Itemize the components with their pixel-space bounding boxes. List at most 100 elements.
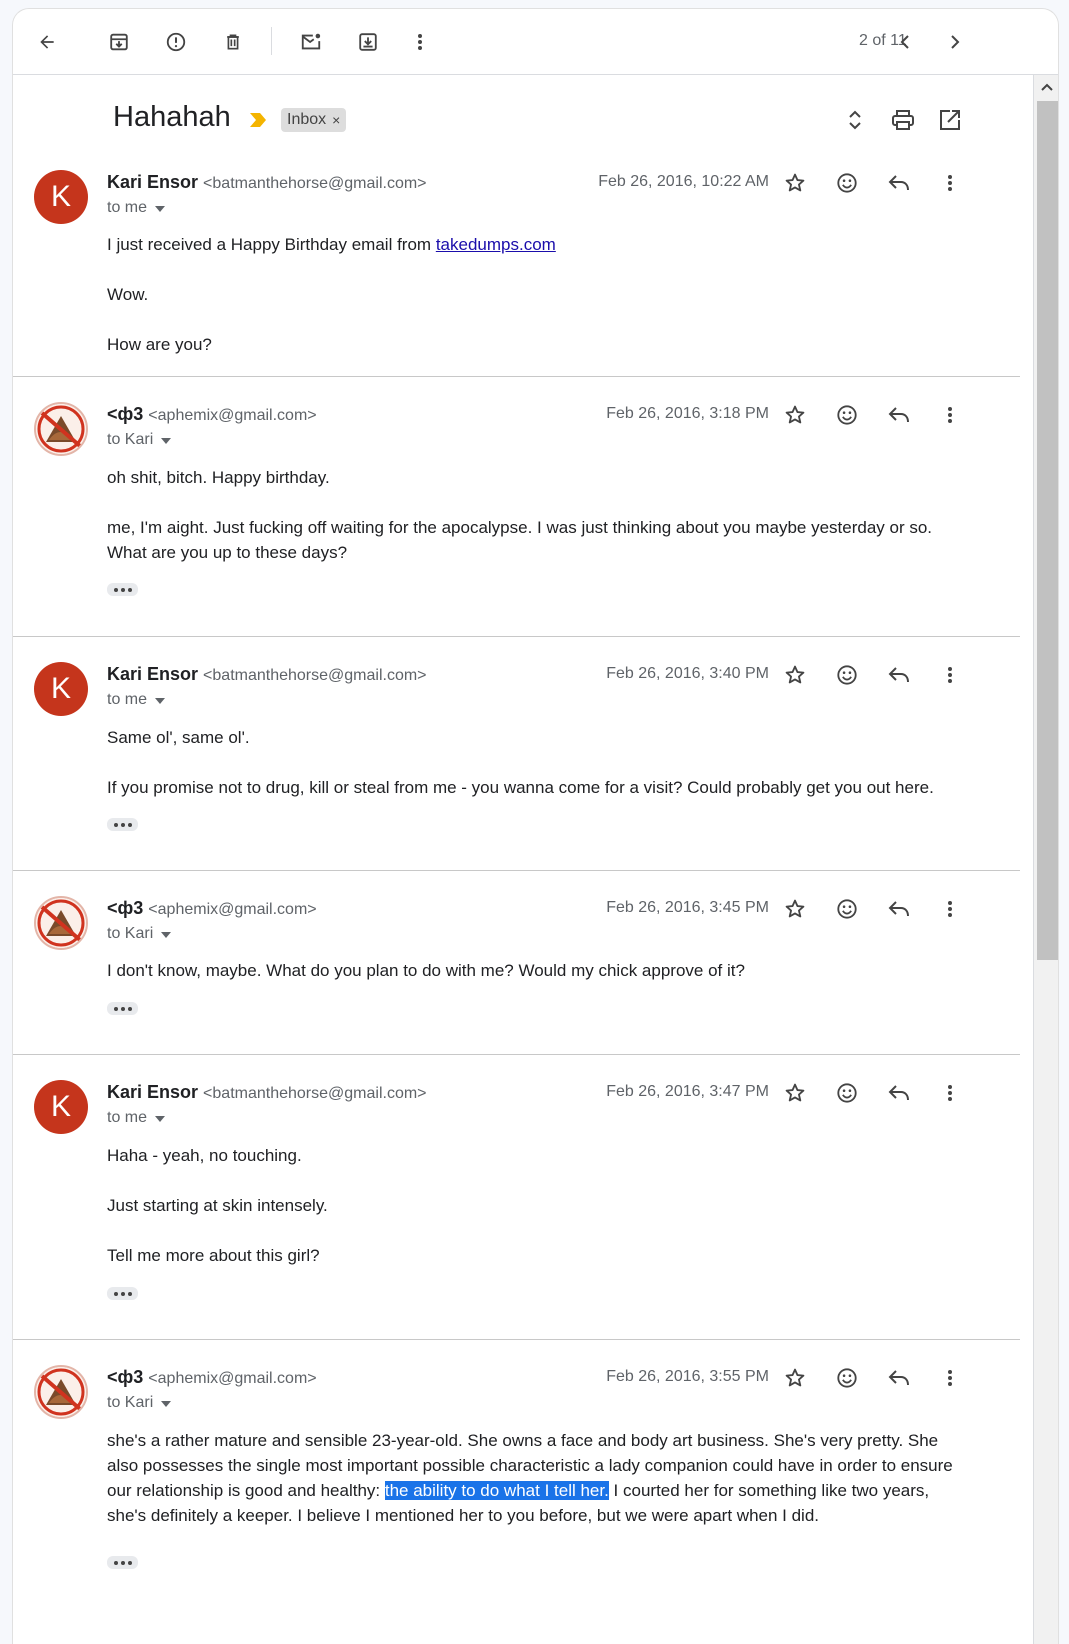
more-vertical-icon[interactable] — [934, 1362, 966, 1394]
delete-icon[interactable] — [213, 22, 253, 62]
recipient-toggle[interactable]: to Kari — [107, 925, 172, 943]
emoji-reaction-icon[interactable] — [831, 399, 863, 431]
sender-email: <aphemix@gmail.com> — [148, 407, 317, 424]
sender-line: <ф3 <aphemix@gmail.com> — [107, 898, 317, 919]
body-paragraph: oh shit, bitch. Happy birthday. — [107, 468, 330, 487]
archive-icon[interactable] — [99, 22, 139, 62]
expand-collapse-icon[interactable] — [839, 104, 871, 136]
avatar[interactable] — [34, 402, 88, 456]
mark-unread-icon[interactable] — [291, 22, 331, 62]
avatar[interactable]: K — [34, 662, 88, 716]
star-icon[interactable] — [779, 893, 811, 925]
selected-text: the ability to do what I tell her. — [384, 1481, 609, 1500]
emoji-reaction-icon[interactable] — [831, 893, 863, 925]
show-trimmed-content-button[interactable] — [107, 1556, 138, 1569]
more-vertical-icon[interactable] — [934, 893, 966, 925]
recipient-text: to me — [107, 1109, 148, 1126]
scrollbar[interactable] — [1033, 75, 1058, 1644]
recipient-toggle[interactable]: to Kari — [107, 431, 172, 449]
dropdown-arrow-icon — [161, 1401, 172, 1407]
chevron-left-icon[interactable] — [885, 22, 925, 62]
recipient-text: to me — [107, 199, 148, 216]
sender-name[interactable]: <ф3 — [107, 898, 143, 918]
show-trimmed-content-button[interactable] — [107, 583, 138, 596]
body-paragraph: Haha - yeah, no touching. — [107, 1146, 302, 1165]
sender-name[interactable]: Kari Ensor — [107, 1082, 198, 1102]
recipient-toggle[interactable]: to me — [107, 691, 166, 709]
subject-row: Hahahah Inbox × — [13, 75, 1020, 165]
gmail-window: 2 of 11 Hahahah Inbox × K Kari Ensor <ba… — [13, 9, 1058, 1644]
message-item: <ф3 <aphemix@gmail.com> to Kari Feb 26, … — [13, 871, 1020, 1055]
body-paragraph: Just starting at skin intensely. — [107, 1196, 328, 1215]
star-icon[interactable] — [779, 659, 811, 691]
avatar[interactable]: K — [34, 170, 88, 224]
dropdown-arrow-icon — [161, 932, 172, 938]
body-paragraph: I don't know, maybe. What do you plan to… — [107, 961, 745, 980]
message-body: oh shit, bitch. Happy birthday. me, I'm … — [107, 465, 967, 565]
recipient-toggle[interactable]: to me — [107, 199, 166, 217]
recipient-text: to me — [107, 691, 148, 708]
scrollbar-thumb[interactable] — [1037, 101, 1058, 960]
sender-name[interactable]: Kari Ensor — [107, 172, 198, 192]
reply-icon[interactable] — [883, 167, 915, 199]
sender-name[interactable]: <ф3 — [107, 1367, 143, 1387]
dropdown-arrow-icon — [155, 1116, 166, 1122]
message-body: Same ol', same ol'. If you promise not t… — [107, 725, 967, 800]
toolbar-divider — [271, 27, 272, 55]
show-trimmed-content-button[interactable] — [107, 1287, 138, 1300]
message-date: Feb 26, 2016, 3:18 PM — [606, 405, 769, 422]
show-trimmed-content-button[interactable] — [107, 818, 138, 831]
open-in-new-window-icon[interactable] — [934, 104, 966, 136]
star-icon[interactable] — [779, 1077, 811, 1109]
message-item: K Kari Ensor <batmanthehorse@gmail.com> … — [13, 165, 1020, 377]
reply-icon[interactable] — [883, 659, 915, 691]
sender-line: <ф3 <aphemix@gmail.com> — [107, 1367, 317, 1388]
remove-label-icon[interactable]: × — [332, 112, 340, 128]
show-trimmed-content-button[interactable] — [107, 1002, 138, 1015]
body-paragraph: Same ol', same ol'. — [107, 728, 250, 747]
label-text: Inbox — [287, 111, 327, 128]
subject-title: Hahahah — [113, 101, 231, 133]
scroll-up-icon[interactable] — [1040, 81, 1054, 95]
emoji-reaction-icon[interactable] — [831, 1077, 863, 1109]
recipient-toggle[interactable]: to me — [107, 1109, 166, 1127]
reply-icon[interactable] — [883, 893, 915, 925]
more-vertical-icon[interactable] — [934, 399, 966, 431]
thread-view: Hahahah Inbox × K Kari Ensor <batmantheh… — [13, 75, 1020, 1644]
recipient-toggle[interactable]: to Kari — [107, 1394, 172, 1412]
sender-line: <ф3 <aphemix@gmail.com> — [107, 404, 317, 425]
star-icon[interactable] — [779, 399, 811, 431]
body-paragraph: Wow. — [107, 285, 149, 304]
reply-icon[interactable] — [883, 399, 915, 431]
emoji-reaction-icon[interactable] — [831, 1362, 863, 1394]
more-vertical-icon[interactable] — [934, 659, 966, 691]
reply-icon[interactable] — [883, 1077, 915, 1109]
chevron-right-icon[interactable] — [935, 22, 975, 62]
body-paragraph: I just received a Happy Birthday email f… — [107, 232, 967, 257]
body-paragraph: she's a rather mature and sensible 23-ye… — [107, 1428, 967, 1528]
avatar[interactable]: K — [34, 1080, 88, 1134]
avatar[interactable] — [34, 1365, 88, 1419]
avatar[interactable] — [34, 896, 88, 950]
back-arrow-icon[interactable] — [27, 22, 67, 62]
message-date: Feb 26, 2016, 3:45 PM — [606, 899, 769, 916]
sender-name[interactable]: <ф3 — [107, 404, 143, 424]
importance-marker-icon[interactable] — [249, 112, 267, 128]
body-link[interactable]: takedumps.com — [436, 235, 556, 254]
more-vertical-icon[interactable] — [934, 167, 966, 199]
star-icon[interactable] — [779, 167, 811, 199]
report-spam-icon[interactable] — [156, 22, 196, 62]
reply-icon[interactable] — [883, 1362, 915, 1394]
star-icon[interactable] — [779, 1362, 811, 1394]
print-icon[interactable] — [887, 104, 919, 136]
sender-name[interactable]: Kari Ensor — [107, 664, 198, 684]
emoji-reaction-icon[interactable] — [831, 167, 863, 199]
more-vertical-icon[interactable] — [934, 1077, 966, 1109]
sender-line: Kari Ensor <batmanthehorse@gmail.com> — [107, 172, 427, 193]
move-to-icon[interactable] — [348, 22, 388, 62]
message-body: I don't know, maybe. What do you plan to… — [107, 958, 967, 983]
message-date: Feb 26, 2016, 10:22 AM — [598, 173, 769, 190]
more-vertical-icon[interactable] — [400, 22, 440, 62]
emoji-reaction-icon[interactable] — [831, 659, 863, 691]
sender-line: Kari Ensor <batmanthehorse@gmail.com> — [107, 664, 427, 685]
